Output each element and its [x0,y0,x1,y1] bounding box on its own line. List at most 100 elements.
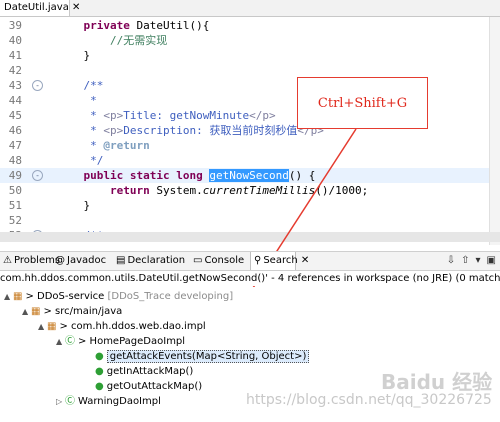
maximize-icon[interactable]: ▣ [487,255,496,266]
tree-node[interactable]: ▲ ▦ > DDoS-service [DDoS_Trace developing] [4,289,233,304]
line-number: 44 [8,94,22,107]
code-token: * [90,139,104,152]
code-token: * [90,124,104,137]
previous-match-icon[interactable]: ⇧ [461,255,469,266]
search-summary: com.hh.ddos.common.utils.DateUtil.getNow… [0,271,500,286]
tab-javadoc[interactable]: @ Javadoc [52,252,113,270]
view-menu-icon[interactable]: ▾ [476,255,481,266]
line-number: 39 [8,19,22,32]
code-token: //无需实现 [109,34,168,47]
line-number: 49 [8,169,22,182]
editor-vertical-scrollbar[interactable] [489,17,500,245]
code-line: 48 */ [0,153,500,168]
line-number: 42 [8,64,22,77]
code-line: 49- public static long getNowSecond() { [0,168,500,183]
tab-console[interactable]: ▭ Console [190,252,250,270]
code-token: * [90,94,97,107]
code-text: /** [57,78,104,93]
search-icon: ⚲ [254,255,262,266]
tab-declaration[interactable]: ▤ Declaration [113,252,190,270]
collapse-icon[interactable]: ▲ [56,334,65,349]
code-line: 41 } [0,48,500,63]
code-text: return System.currentTimeMillis()/1000; [57,183,368,198]
tree-node[interactable]: ▲ ▦ > com.hh.ddos.web.dao.impl [38,319,206,334]
package-icon: ▦ [31,306,41,317]
package-icon: ▦ [13,291,23,302]
code-text: * <p>Title: getNowMinute</p> [57,108,275,123]
code-token: ()/1000; [315,184,369,197]
tab-label: Console [204,255,245,266]
tab-search[interactable]: ⚲ Search ✕ [250,252,309,270]
tree-node[interactable]: ▲ Ⓒ > HomePageDaoImpl [56,334,185,349]
method-icon: ● [95,351,104,362]
code-line: 52 [0,213,500,228]
tree-node-label: getOutAttackMap() [106,381,203,392]
line-number: 45 [8,109,22,122]
code-text: * @return [57,138,150,153]
line-number: 40 [8,34,22,47]
code-token: Title: getNowMinute [123,109,250,122]
code-text: } [57,198,90,213]
tree-node[interactable]: ▷ Ⓒ WarningDaoImpl [56,394,161,409]
code-text: //无需实现 [57,33,167,48]
method-icon: ● [95,366,104,377]
tab-label: Search ✕ [263,255,310,266]
collapse-fold-icon[interactable]: - [32,80,43,91]
code-token: @return [103,139,150,152]
collapse-icon[interactable]: ▲ [22,304,31,319]
code-token: * [90,109,104,122]
tree-node-label: > DDoS-service [25,291,105,302]
collapse-icon[interactable]: ▲ [38,319,47,334]
tab-problems[interactable]: ⚠ Problems [0,252,60,270]
watermark-logo: Baidu 经验 [381,370,493,394]
next-match-icon[interactable]: ⇩ [447,255,455,266]
line-number: 43 [8,79,22,92]
code-token: */ [90,154,104,167]
tree-node[interactable]: ● getOutAttackMap() [86,379,202,394]
view-toolbar-icons: ⇩ ⇧ ▾ ▣ [441,252,496,270]
editor-tab-dateutil[interactable]: DateUtil.java ✕ [0,0,80,16]
tree-node[interactable]: ● getInAttackMap() [86,364,193,379]
code-text: } [57,48,90,63]
code-text: */ [57,153,103,168]
declaration-icon: ▤ [116,255,126,266]
editor-horizontal-scrollbar[interactable] [0,232,500,242]
package-icon: ▦ [47,321,57,332]
code-token: currentTimeMillis [202,184,316,197]
class-icon: Ⓒ [65,336,75,347]
shortcut-callout: Ctrl+Shift+G [297,77,428,129]
tree-node-label: getAttackEvents(Map<String, Object>) [106,350,310,363]
tree-node-label: getInAttackMap() [106,366,194,377]
collapse-icon[interactable]: ▲ [4,289,13,304]
editor-tabbar: DateUtil.java ✕ [0,0,500,17]
tree-node-label: > com.hh.ddos.web.dao.impl [59,321,206,332]
selected-method-name: getNowSecond [209,169,289,182]
code-editor[interactable]: 39 private DateUtil(){40 //无需实现 41 } 42 43-… [0,17,500,245]
method-icon: ● [95,381,104,392]
code-token: DateUtil(){ [129,19,210,32]
code-token: () { [288,169,316,182]
collapse-fold-icon[interactable]: - [32,170,43,181]
code-text: * <p>Description: 获取当前时刻秒值</p> [57,123,324,138]
line-number: 47 [8,139,22,152]
code-text: * [57,93,97,108]
tree-node[interactable]: ● getAttackEvents(Map<String, Object>) [86,349,310,364]
tree-node[interactable]: ▲ ▦ > src/main/java [22,304,122,319]
code-token: private [83,19,130,32]
console-icon: ▭ [193,255,203,266]
tree-node-decoration: [DDoS_Trace developing] [104,291,234,302]
line-number: 52 [8,214,22,227]
expand-icon[interactable]: ▷ [56,394,65,409]
tree-node-label: WarningDaoImpl [78,396,161,407]
javadoc-icon: @ [55,255,65,266]
code-token: } [57,49,91,62]
code-text: private DateUtil(){ [57,18,210,33]
code-token: return [109,184,150,197]
code-token: System. [149,184,203,197]
